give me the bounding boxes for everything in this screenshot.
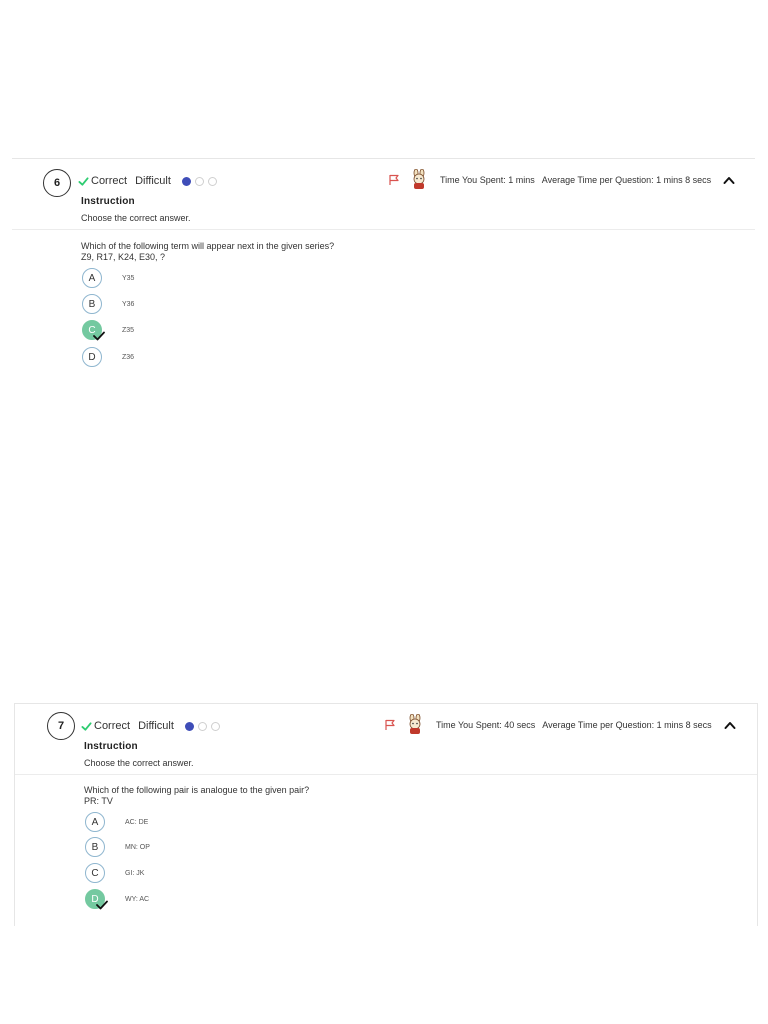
difficulty-dot-empty [194, 176, 204, 186]
option-c[interactable]: C GI: JK [85, 863, 144, 883]
status-label: Correct [91, 175, 128, 187]
question-prompt: Which of the following term will appear … [81, 241, 335, 251]
option-letter[interactable]: B [85, 837, 105, 857]
chevron-up-icon[interactable] [724, 720, 736, 730]
divider [12, 229, 755, 230]
chevron-up-icon[interactable] [723, 175, 735, 185]
option-text: Y36 [122, 300, 135, 308]
time-spent: Time You Spent: 40 secs [436, 720, 536, 730]
option-letter[interactable]: A [85, 812, 105, 832]
average-time: Average Time per Question: 1 mins 8 secs [541, 175, 712, 185]
difficulty-label: Difficult [138, 720, 174, 732]
instruction-text: Choose the correct answer. [81, 213, 191, 223]
option-text: WY: AC [125, 895, 150, 903]
question-card-7: 7 Correct Difficult Instruction Choose t… [14, 703, 758, 926]
tick-icon [96, 900, 108, 910]
instruction-title: Instruction [84, 741, 138, 752]
tick-icon [93, 331, 105, 341]
difficulty-dot-filled [181, 176, 191, 186]
difficulty-dot-filled [184, 721, 194, 731]
option-text: Z36 [122, 353, 135, 361]
check-icon [81, 721, 92, 731]
option-letter[interactable]: B [82, 294, 102, 314]
time-spent: Time You Spent: 1 mins [440, 175, 535, 185]
option-b[interactable]: B MN: OP [85, 837, 150, 857]
option-text: Z35 [122, 326, 135, 334]
status-label: Correct [94, 720, 131, 732]
status-row: Correct Difficult [78, 175, 217, 187]
question-pair: PR: TV [84, 796, 113, 806]
mascot-avatar-icon [413, 169, 425, 189]
difficulty-dot-empty [197, 721, 207, 731]
question-text: Which of the following term will appear … [81, 241, 334, 263]
question-card-6: 6 Correct Difficult Instruction Choose t… [12, 158, 755, 369]
option-letter-selected[interactable]: D [85, 889, 108, 910]
instruction-text: Choose the correct answer. [84, 758, 194, 768]
question-text: Which of the following pair is analogue … [84, 785, 309, 807]
option-b[interactable]: B Y36 [82, 294, 134, 314]
option-text: GI: JK [125, 869, 145, 877]
option-a[interactable]: A AC: DE [85, 812, 148, 832]
question-meta: Time You Spent: 1 mins Average Time per … [388, 169, 735, 191]
difficulty-dot-empty [210, 721, 220, 731]
flag-icon[interactable] [384, 719, 396, 731]
question-series: Z9, R17, K24, E30, ? [81, 252, 166, 262]
status-row: Correct Difficult [81, 720, 220, 732]
option-letter-selected[interactable]: C [82, 320, 105, 341]
divider [15, 774, 757, 775]
option-a[interactable]: A Y35 [82, 268, 134, 288]
question-prompt: Which of the following pair is analogue … [84, 785, 310, 795]
check-icon [78, 176, 89, 186]
option-letter[interactable]: C [85, 863, 105, 883]
difficulty-dot-empty [207, 176, 217, 186]
option-letter[interactable]: D [82, 347, 102, 367]
question-number: 6 [43, 169, 71, 197]
mascot-avatar-icon [409, 714, 421, 734]
option-text: AC: DE [125, 818, 149, 826]
option-text: MN: OP [125, 843, 150, 851]
question-meta: Time You Spent: 40 secs Average Time per… [384, 714, 736, 736]
question-number: 7 [47, 712, 75, 740]
option-d[interactable]: D WY: AC [85, 889, 150, 910]
option-text: Y35 [122, 274, 135, 282]
average-time: Average Time per Question: 1 mins 8 secs [542, 720, 712, 730]
difficulty-label: Difficult [135, 175, 171, 187]
instruction-title: Instruction [81, 196, 135, 207]
flag-icon[interactable] [388, 174, 400, 186]
option-letter[interactable]: A [82, 268, 102, 288]
option-c[interactable]: C Z35 [82, 320, 135, 341]
option-d[interactable]: D Z36 [82, 347, 134, 367]
